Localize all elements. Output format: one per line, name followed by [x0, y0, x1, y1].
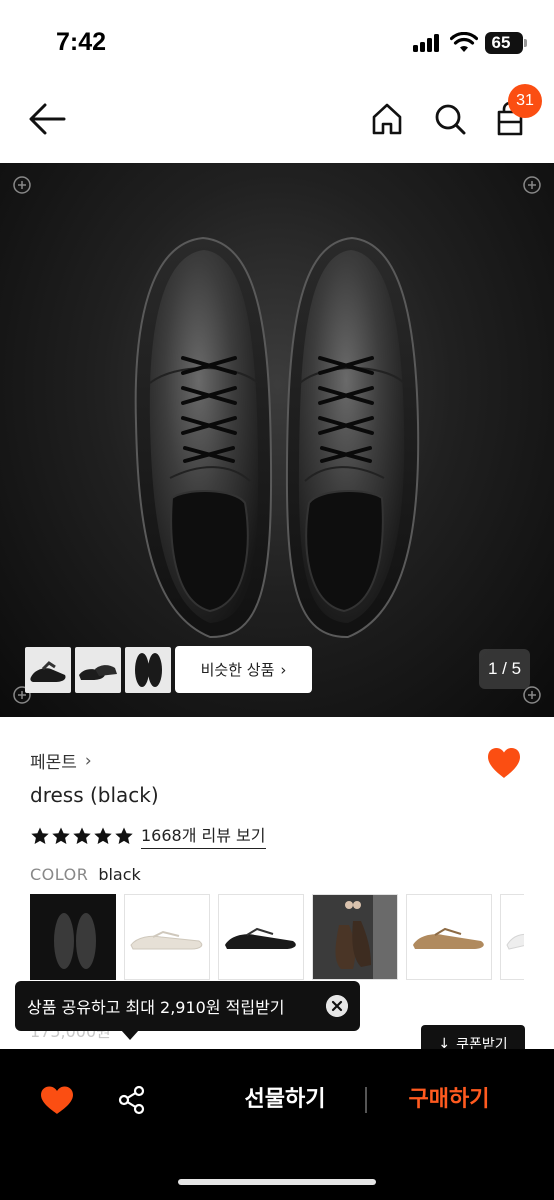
chevron-right-icon: ›: [84, 750, 92, 771]
swatch-black-low[interactable]: [218, 894, 304, 980]
swatch-white[interactable]: [500, 894, 524, 980]
cellular-signal-icon: [413, 34, 443, 52]
similar-products-label: 비슷한 상품: [200, 661, 275, 679]
color-label: COLOR: [30, 865, 89, 884]
divider: [365, 1087, 367, 1113]
share-reward-tooltip: 상품 공유하고 최대 2,910원 적립받기: [15, 981, 360, 1031]
swatch-tan[interactable]: [406, 894, 492, 980]
buy-button[interactable]: 구매하기: [384, 1079, 514, 1121]
thumbnail-1[interactable]: [25, 647, 71, 693]
color-value: black: [98, 865, 141, 884]
star-icon: [31, 827, 49, 844]
swatch-cream[interactable]: [124, 894, 210, 980]
home-icon[interactable]: [366, 98, 408, 140]
search-icon[interactable]: [430, 98, 470, 140]
battery-tip: [524, 39, 527, 47]
similar-products-button[interactable]: 비슷한 상품 ›: [175, 646, 312, 693]
swatch-brown-hanging[interactable]: [312, 894, 398, 980]
status-time: 7:42: [56, 28, 107, 56]
gift-button[interactable]: 선물하기: [220, 1079, 350, 1121]
tooltip-text: 상품 공유하고 최대 2,910원 적립받기: [27, 998, 285, 1017]
home-indicator: [178, 1179, 376, 1185]
battery-level: 65: [491, 33, 511, 52]
wifi-icon: [450, 32, 478, 52]
page-indicator: 1 / 5: [479, 649, 530, 689]
left-shoe: [134, 236, 273, 639]
swatch-black[interactable]: [30, 894, 116, 980]
product-image-carousel[interactable]: 비슷한 상품 › 1 / 5: [0, 163, 554, 717]
rating-row: 1668개 리뷰 보기: [30, 822, 266, 849]
chevron-right-icon: ›: [280, 660, 287, 679]
star-icon: [94, 827, 112, 844]
plus-circle-icon: [523, 176, 541, 194]
thumbnail-2[interactable]: [75, 647, 121, 693]
status-bar: 7:42 65: [0, 0, 554, 84]
tooltip-arrow: [121, 1030, 139, 1040]
rating-stars: [30, 826, 134, 846]
battery-icon: 65: [485, 32, 523, 54]
star-icon: [52, 827, 70, 844]
brand-link[interactable]: 페몬트 ›: [30, 748, 92, 774]
product-image-shoes: [134, 236, 420, 639]
close-icon[interactable]: [326, 995, 348, 1017]
top-nav: [0, 84, 554, 162]
thumbnail-3[interactable]: [125, 647, 171, 693]
right-shoe: [285, 236, 420, 639]
heart-icon[interactable]: [40, 1085, 74, 1115]
plus-circle-icon: [13, 176, 31, 194]
star-icon: [73, 827, 91, 844]
cart-count-badge: 31: [508, 84, 542, 118]
review-link[interactable]: 1668개 리뷰 보기: [141, 822, 266, 849]
bottom-action-bar: 선물하기 구매하기: [0, 1049, 554, 1200]
product-name: dress (black): [30, 783, 159, 807]
share-icon[interactable]: [117, 1085, 147, 1115]
star-icon: [115, 827, 133, 844]
brand-name: 페몬트: [30, 753, 77, 773]
heart-icon[interactable]: [486, 746, 522, 780]
color-row: COLOR black: [30, 865, 141, 884]
back-arrow-icon[interactable]: [26, 100, 68, 138]
color-swatch-list: [30, 894, 524, 980]
